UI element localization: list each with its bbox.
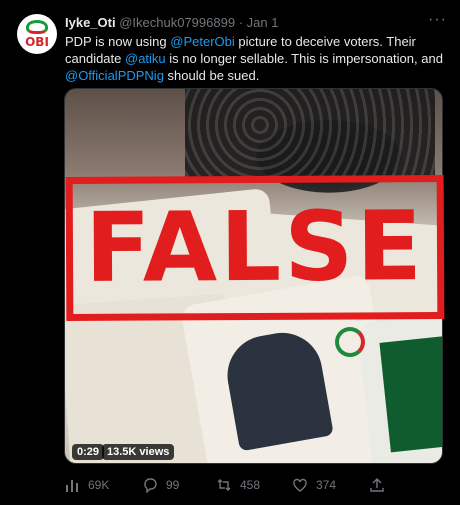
video-duration: 0:29	[72, 444, 105, 460]
views-action[interactable]: 69K	[64, 477, 109, 493]
share-action[interactable]	[369, 477, 385, 493]
author-name[interactable]: Iyke_Oti	[65, 15, 116, 30]
retweet-count: 458	[240, 478, 261, 492]
heart-icon	[293, 478, 307, 492]
party-logo-icon	[335, 327, 365, 357]
green-label	[379, 335, 442, 453]
tweet-date[interactable]: Jan 1	[247, 15, 279, 30]
text-part: should be sued.	[163, 68, 260, 83]
share-icon	[370, 478, 384, 492]
text-part: is no longer sellable. This is impersona…	[165, 51, 443, 66]
mention-atiku[interactable]: @atiku	[125, 51, 166, 66]
false-stamp: FALSE	[65, 175, 445, 321]
more-options-icon[interactable]: ···	[428, 11, 447, 29]
tweet-text: PDP is now using @PeterObi picture to de…	[65, 33, 450, 84]
tweet: OBI Iyke_Oti @Ikechuk07996899 · Jan 1 ··…	[0, 0, 460, 505]
mention-peterobi[interactable]: @PeterObi	[170, 34, 235, 49]
reply-icon	[144, 478, 157, 493]
avatar-text: OBI	[25, 35, 49, 49]
logo-icon	[26, 20, 48, 34]
false-stamp-text: FALSE	[84, 190, 426, 304]
author-handle[interactable]: @Ikechuk07996899	[119, 15, 235, 30]
text-part: PDP is now using	[65, 34, 171, 49]
mention-officialpdpnig[interactable]: @OfficialPDPNig	[65, 68, 164, 83]
video-views: 13.5K views	[102, 444, 175, 460]
retweet-icon	[217, 479, 231, 491]
tweet-header: Iyke_Oti @Ikechuk07996899 · Jan 1	[65, 15, 278, 30]
analytics-icon	[66, 480, 78, 492]
retweet-action[interactable]: 458	[216, 477, 260, 493]
reply-action[interactable]: 99	[142, 477, 179, 493]
like-action[interactable]: 374	[292, 477, 336, 493]
like-count: 374	[316, 478, 337, 492]
tire-pile	[185, 89, 435, 179]
separator: ·	[238, 15, 244, 30]
action-bar: 69K 99 458 374	[64, 477, 444, 495]
reply-count: 99	[166, 478, 180, 492]
views-count: 69K	[88, 478, 110, 492]
avatar[interactable]: OBI	[17, 14, 57, 54]
